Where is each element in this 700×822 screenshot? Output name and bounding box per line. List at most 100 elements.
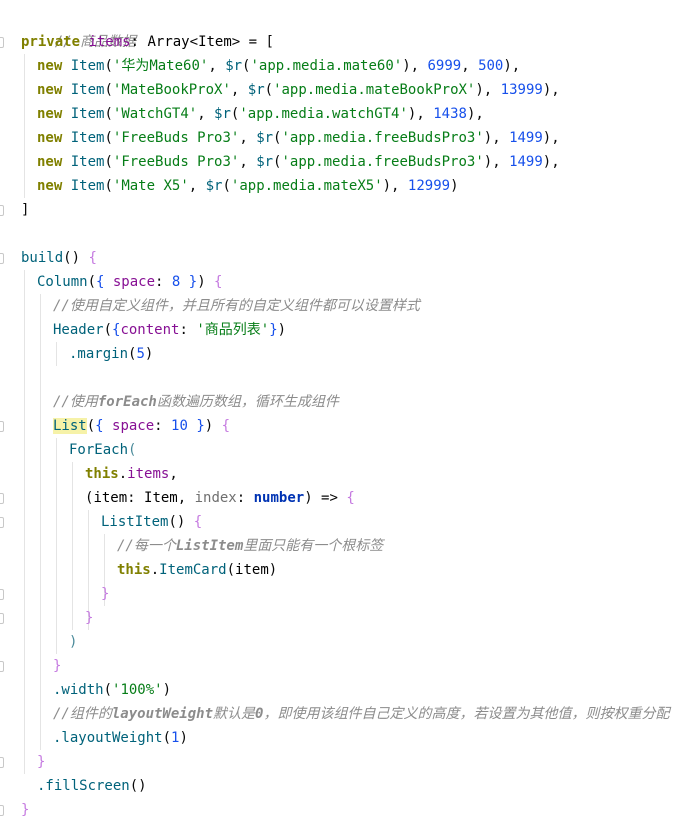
- string: 'app.media.mateBookProX': [273, 82, 476, 98]
- comment: 函数遍历数组，循环生成组件: [156, 394, 339, 410]
- string: 'app.media.freeBudsPro3': [281, 130, 484, 146]
- string: 'WatchGT4': [112, 106, 198, 122]
- code-line[interactable]: .width('100%'): [53, 678, 171, 702]
- class-name: Item: [70, 58, 105, 74]
- code-line[interactable]: new Item('华为Mate60', $r('app.media.mate6…: [37, 54, 520, 78]
- code-line[interactable]: new Item('WatchGT4', $r('app.media.watch…: [37, 102, 484, 126]
- code-line[interactable]: this.items,: [85, 462, 178, 486]
- code-line[interactable]: ): [69, 630, 77, 654]
- comment: 里面只能有一个根标签: [243, 538, 384, 554]
- fold-marker[interactable]: [0, 205, 4, 216]
- property: items: [127, 466, 170, 482]
- indent-guide: [56, 438, 57, 654]
- component-name: Column: [37, 274, 88, 290]
- indent-guide: [40, 294, 41, 750]
- keyword: new: [37, 178, 63, 194]
- code-editor[interactable]: // 商品数据 private items: Array<Item> = [ n…: [0, 6, 700, 821]
- code-line[interactable]: ForEach(: [69, 438, 136, 462]
- keyword: new: [37, 154, 63, 170]
- fold-marker[interactable]: [0, 493, 4, 504]
- code-line[interactable]: // 商品数据: [21, 6, 136, 50]
- comment: ListItem: [175, 538, 244, 554]
- fold-marker[interactable]: [0, 613, 4, 624]
- comment: 默认是: [213, 706, 256, 722]
- comment: //使用自定义组件，并且所有的自定义组件都可以设置样式: [53, 298, 420, 314]
- comment: //组件的: [53, 706, 112, 722]
- number: 12999: [407, 178, 451, 194]
- code-line[interactable]: ListItem() {: [101, 510, 202, 534]
- code-line[interactable]: Column({ space: 8 }) {: [37, 270, 222, 294]
- function-name: $r: [256, 154, 274, 170]
- code-line[interactable]: List({ space: 10 }) {: [53, 414, 230, 438]
- code-line[interactable]: new Item('FreeBuds Pro3', $r('app.media.…: [37, 126, 560, 150]
- fold-marker[interactable]: [0, 757, 4, 768]
- keyword: new: [37, 130, 63, 146]
- indent-guide: [24, 270, 25, 774]
- keyword: new: [37, 82, 63, 98]
- code-line[interactable]: private items: Array<Item> = [: [21, 30, 274, 54]
- class-name: Item: [70, 106, 105, 122]
- code-line[interactable]: //使用自定义组件，并且所有的自定义组件都可以设置样式: [53, 294, 420, 318]
- code-line[interactable]: }: [85, 606, 93, 630]
- indent-guide: [56, 342, 57, 366]
- code-line[interactable]: }: [21, 798, 29, 822]
- string: 'app.media.freeBudsPro3': [281, 154, 484, 170]
- parameter-name: item: [235, 562, 269, 578]
- parameter-name: index: [194, 490, 237, 506]
- code-line[interactable]: .margin(5): [69, 342, 153, 366]
- code-line[interactable]: //组件的layoutWeight默认是0，即使用该组件自己定义的高度，若设置为…: [53, 702, 669, 726]
- keyword: new: [37, 106, 63, 122]
- component-name: Header: [53, 322, 104, 338]
- code-line[interactable]: build() {: [21, 246, 97, 270]
- component-name: ListItem: [101, 514, 169, 530]
- comment: forEach: [97, 394, 157, 410]
- string: 'FreeBuds Pro3': [112, 130, 240, 146]
- property: items: [88, 34, 131, 50]
- function-name: build: [21, 250, 64, 266]
- method-name: ItemCard: [159, 562, 227, 578]
- string: 'app.media.watchGT4': [239, 106, 408, 122]
- code-line[interactable]: .layoutWeight(1): [53, 726, 188, 750]
- fold-marker[interactable]: [0, 661, 4, 672]
- function-name: $r: [214, 106, 231, 122]
- fold-marker[interactable]: [0, 517, 4, 528]
- code-line[interactable]: .fillScreen(): [37, 774, 147, 798]
- code-line[interactable]: }: [37, 750, 45, 774]
- method-name: .layoutWeight: [53, 730, 163, 746]
- function-name: $r: [247, 82, 265, 98]
- code-line[interactable]: //使用forEach函数遍历数组，循环生成组件: [53, 390, 339, 414]
- keyword: private: [21, 34, 81, 50]
- code-line[interactable]: }: [53, 654, 61, 678]
- method-name: .margin: [69, 346, 129, 362]
- string: 'MateBookProX': [112, 82, 231, 98]
- code-line[interactable]: new Item('FreeBuds Pro3', $r('app.media.…: [37, 150, 560, 174]
- fold-marker[interactable]: [0, 421, 4, 432]
- component-name: ForEach: [69, 442, 129, 458]
- code-line[interactable]: ]: [21, 198, 29, 222]
- code-line[interactable]: this.ItemCard(item): [117, 558, 277, 582]
- code-line[interactable]: new Item('Mate X5', $r('app.media.mateX5…: [37, 174, 459, 198]
- code-line[interactable]: }: [101, 582, 109, 606]
- number: 10: [171, 418, 188, 434]
- code-line[interactable]: //每一个ListItem里面只能有一个根标签: [117, 534, 383, 558]
- type-name: Item: [144, 490, 178, 506]
- string: 'app.media.mateX5': [230, 178, 383, 194]
- string: '商品列表': [196, 322, 270, 338]
- function-name: $r: [256, 130, 274, 146]
- class-name: Item: [70, 82, 105, 98]
- number: 1499: [509, 130, 543, 146]
- parameter-name: space: [112, 274, 156, 290]
- fold-marker[interactable]: [0, 37, 4, 48]
- type-name: number: [253, 490, 305, 506]
- fold-marker[interactable]: [0, 805, 4, 816]
- code-line[interactable]: (item: Item, index: number) => {: [85, 486, 355, 510]
- class-name: Item: [70, 178, 105, 194]
- string: '100%': [112, 682, 163, 698]
- class-name: Item: [70, 130, 105, 146]
- function-name: $r: [225, 58, 243, 74]
- fold-marker[interactable]: [0, 253, 4, 264]
- fold-marker[interactable]: [0, 589, 4, 600]
- code-line[interactable]: new Item('MateBookProX', $r('app.media.m…: [37, 78, 560, 102]
- comment: layoutWeight: [111, 706, 214, 722]
- code-line[interactable]: Header({content: '商品列表'}): [53, 318, 286, 342]
